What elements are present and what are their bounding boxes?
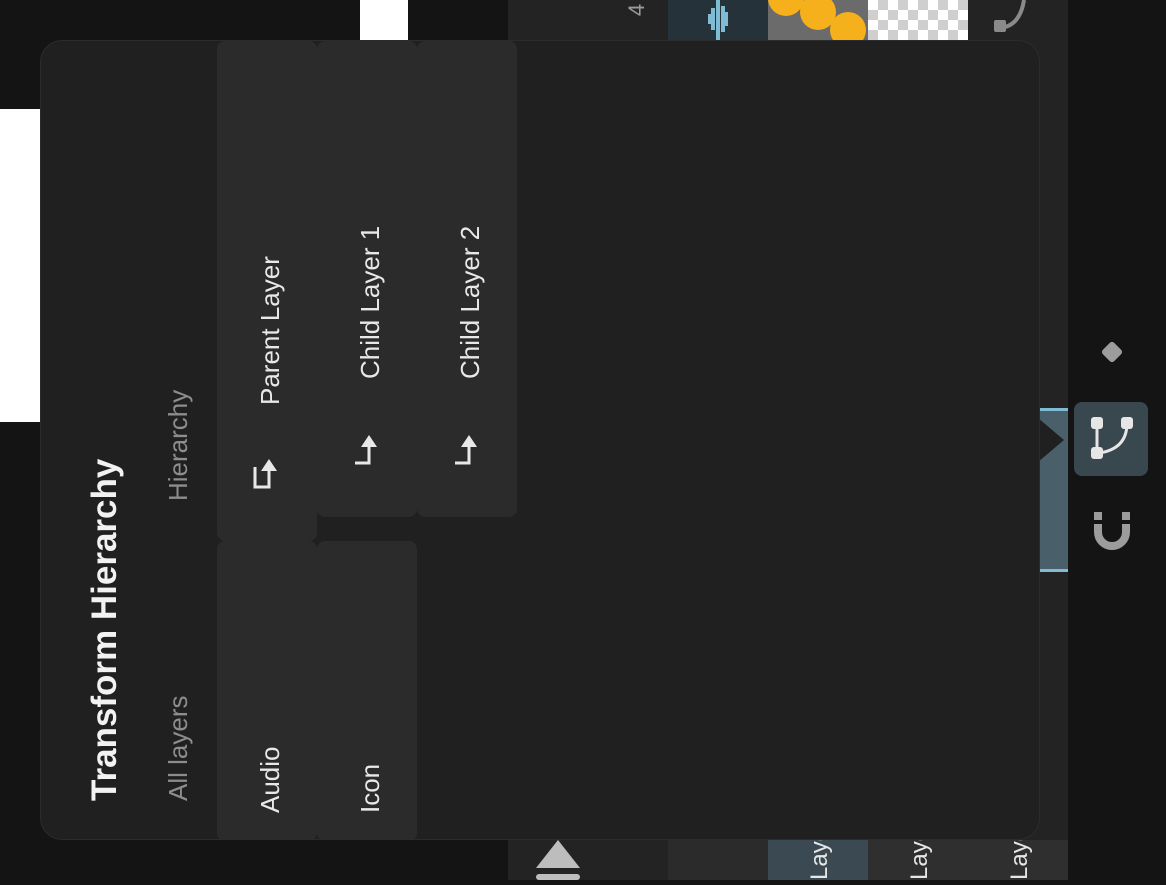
audio-waveform-thumbnail [668, 0, 768, 42]
layer-item-label: Audio [255, 746, 285, 814]
return-arrow-icon [355, 435, 377, 465]
transform-hierarchy-popover: Transform Hierarchy All layers Hierarchy… [40, 40, 1040, 840]
layer-tab-label: Laye [1006, 840, 1033, 880]
tab-all-layers[interactable]: All layers [163, 696, 194, 801]
tab-hierarchy[interactable]: Hierarchy [163, 390, 194, 501]
return-arrow-icon [455, 435, 477, 465]
rotate-tool-icon[interactable] [990, 0, 1040, 40]
layer-item-icon[interactable]: Icon [317, 541, 417, 839]
layer-tab-label: Laye [806, 840, 833, 880]
hierarchy-item-child-2[interactable]: Child Layer 2 [417, 41, 517, 517]
keyframe-diamond-icon[interactable] [1098, 338, 1126, 371]
layer-item-audio[interactable]: Audio [217, 541, 317, 839]
layer-tab[interactable]: Laye [868, 840, 968, 880]
bezier-path-button[interactable] [1074, 402, 1148, 476]
magnet-icon[interactable] [1092, 510, 1132, 555]
canvas-preview-fragment [360, 0, 408, 42]
frame-number: 4 [624, 3, 649, 17]
icon-thumbnail [768, 0, 868, 42]
hierarchy-item-label: Child Layer 1 [355, 225, 385, 379]
bezier-path-icon [1091, 417, 1133, 459]
waveform-icon [708, 0, 728, 42]
layer-tab-label: Laye [906, 840, 933, 880]
popover-pointer [1038, 418, 1064, 462]
hierarchy-item-label: Child Layer 2 [455, 225, 485, 379]
transparent-layer-thumbnail [868, 0, 968, 42]
return-arrow-icon [253, 459, 277, 489]
hierarchy-item-label: Parent Layer [255, 256, 285, 405]
popover-title: Transform Hierarchy [85, 458, 124, 801]
layer-tab[interactable]: Laye [768, 840, 868, 880]
layer-tab[interactable]: Laye [968, 840, 1068, 880]
canvas-preview-edge [0, 109, 42, 422]
hierarchy-item-child-1[interactable]: Child Layer 1 [317, 41, 417, 517]
hierarchy-item-parent[interactable]: Parent Layer [217, 41, 317, 541]
scroll-up-icon[interactable] [536, 840, 580, 880]
layer-item-label: Icon [355, 763, 385, 813]
